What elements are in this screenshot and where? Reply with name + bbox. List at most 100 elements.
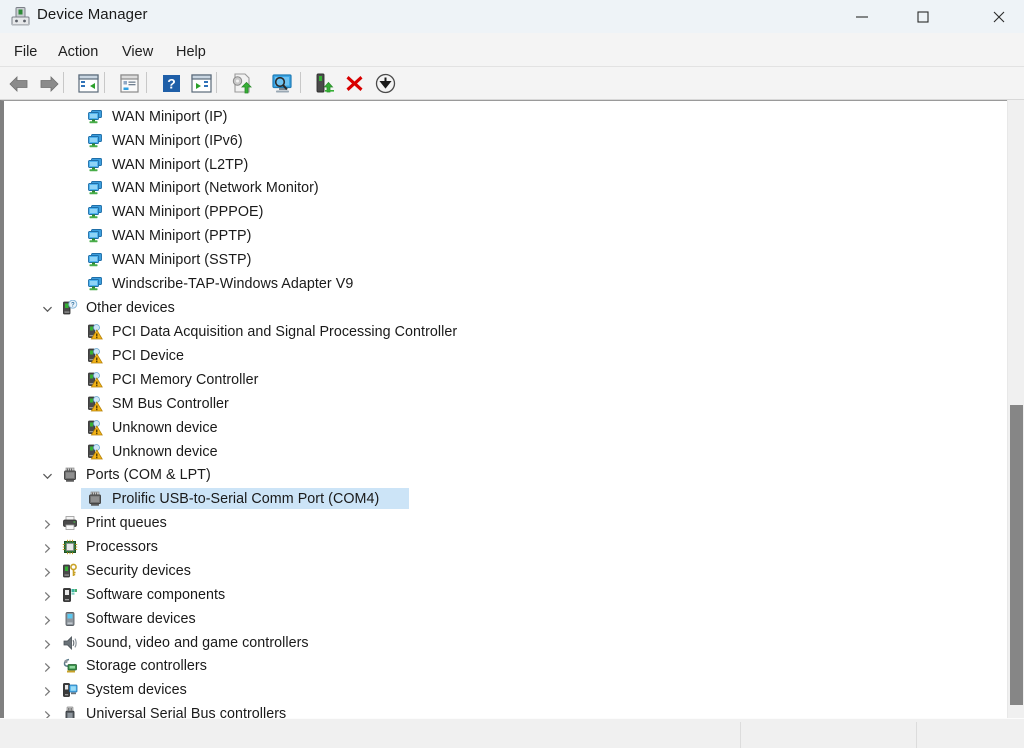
tree-row[interactable]: WAN Miniport (PPPOE) xyxy=(4,200,1000,224)
chevron-right-icon[interactable] xyxy=(40,589,54,603)
arrow-right-icon[interactable] xyxy=(36,71,61,96)
tree-row[interactable]: ? Other devices xyxy=(4,296,1000,320)
usb-icon xyxy=(62,706,78,718)
security-device-icon xyxy=(62,563,78,579)
network-adapter-icon xyxy=(87,157,103,173)
chevron-right-icon[interactable] xyxy=(40,517,54,531)
tree-row-label: Software devices xyxy=(86,611,196,627)
scan-hardware-icon[interactable] xyxy=(270,71,295,96)
chevron-down-icon[interactable] xyxy=(40,469,54,483)
network-adapter-icon xyxy=(87,276,103,292)
tree-row[interactable]: Sound, video and game controllers xyxy=(4,631,1000,655)
tree-row[interactable]: Windscribe-TAP-Windows Adapter V9 xyxy=(4,272,1000,296)
network-adapter-icon xyxy=(87,204,103,220)
tree-row[interactable]: Software devices xyxy=(4,607,1000,631)
chevron-right-icon[interactable] xyxy=(40,708,54,718)
warning-device-icon xyxy=(87,372,103,388)
tree-row[interactable]: WAN Miniport (L2TP) xyxy=(4,153,1000,177)
tree-row-label: PCI Data Acquisition and Signal Processi… xyxy=(112,324,458,340)
tree-row[interactable]: Software components xyxy=(4,583,1000,607)
menu-action[interactable]: Action xyxy=(54,42,102,62)
tree-row[interactable]: Processors xyxy=(4,535,1000,559)
tree-row[interactable]: WAN Miniport (Network Monitor) xyxy=(4,176,1000,200)
tree-row-label: Security devices xyxy=(86,563,191,579)
tree-row-label: Sound, video and game controllers xyxy=(86,635,309,651)
software-component-icon xyxy=(62,587,78,603)
warning-device-icon xyxy=(87,348,103,364)
port-icon xyxy=(87,491,103,507)
menu-view[interactable]: View xyxy=(118,42,157,62)
console-tree-icon[interactable] xyxy=(76,71,101,96)
chevron-right-icon[interactable] xyxy=(40,660,54,674)
toolbar-separator xyxy=(216,72,217,93)
download-arrow-icon[interactable] xyxy=(373,71,398,96)
speaker-icon xyxy=(62,635,78,651)
tree-row[interactable]: WAN Miniport (IP) xyxy=(4,105,1000,129)
tree-row[interactable]: PCI Memory Controller xyxy=(4,368,1000,392)
arrow-left-icon[interactable] xyxy=(6,71,31,96)
properties-icon[interactable] xyxy=(117,71,142,96)
tree-row[interactable]: WAN Miniport (IPv6) xyxy=(4,129,1000,153)
tree-row[interactable]: Print queues xyxy=(4,511,1000,535)
warning-device-icon xyxy=(87,444,103,460)
status-bar-separator xyxy=(740,722,741,748)
tree-row[interactable]: SM Bus Controller xyxy=(4,392,1000,416)
minimize-icon[interactable] xyxy=(839,0,885,33)
maximize-icon[interactable] xyxy=(900,0,946,33)
device-tree-pane[interactable]: WAN Miniport (IP) WAN Miniport (IPv6) WA… xyxy=(0,100,1024,718)
tree-row-label: Processors xyxy=(86,539,159,555)
tree-row[interactable]: PCI Data Acquisition and Signal Processi… xyxy=(4,320,1000,344)
status-bar-resize-nub xyxy=(0,737,5,748)
tree-row-label: SM Bus Controller xyxy=(112,396,229,412)
status-bar-separator xyxy=(916,722,917,748)
action-pane-icon[interactable] xyxy=(189,71,214,96)
warning-device-icon xyxy=(87,324,103,340)
chevron-right-icon[interactable] xyxy=(40,565,54,579)
tree-row[interactable]: Ports (COM & LPT) xyxy=(4,463,1000,487)
vertical-scrollbar-thumb[interactable] xyxy=(1010,405,1023,705)
menu-help[interactable]: Help xyxy=(172,42,210,62)
tree-row-label: WAN Miniport (PPTP) xyxy=(112,228,252,244)
tree-row-label: Other devices xyxy=(86,300,175,316)
tree-row[interactable]: Storage controllers xyxy=(4,654,1000,678)
tree-row-label: Windscribe-TAP-Windows Adapter V9 xyxy=(112,276,354,292)
update-driver-icon[interactable] xyxy=(229,71,254,96)
close-icon[interactable] xyxy=(976,0,1022,33)
tree-row[interactable]: System devices xyxy=(4,678,1000,702)
tree-row-label: Software components xyxy=(86,587,226,603)
tree-row-label: Prolific USB-to-Serial Comm Port (COM4) xyxy=(112,491,380,507)
help-icon[interactable]: ? xyxy=(159,71,184,96)
tree-row-label: System devices xyxy=(86,682,187,698)
chevron-right-icon[interactable] xyxy=(40,684,54,698)
chevron-right-icon[interactable] xyxy=(40,613,54,627)
network-adapter-icon xyxy=(87,133,103,149)
tree-row-label: WAN Miniport (PPPOE) xyxy=(112,204,264,220)
tree-row-label: Universal Serial Bus controllers xyxy=(86,706,287,718)
tree-row[interactable]: PCI Device xyxy=(4,344,1000,368)
window-title: Device Manager xyxy=(37,6,148,23)
tree-row[interactable]: WAN Miniport (SSTP) xyxy=(4,248,1000,272)
toolbar-separator xyxy=(300,72,301,93)
chevron-right-icon[interactable] xyxy=(40,637,54,651)
processor-icon xyxy=(62,539,78,555)
tree-row[interactable]: Unknown device xyxy=(4,416,1000,440)
tree-row-label: PCI Memory Controller xyxy=(112,372,259,388)
device-manager-icon xyxy=(9,5,33,29)
tree-row-label: WAN Miniport (Network Monitor) xyxy=(112,180,319,196)
vertical-scrollbar[interactable] xyxy=(1007,100,1024,718)
tree-row[interactable]: Universal Serial Bus controllers xyxy=(4,702,1000,718)
red-x-icon[interactable] xyxy=(342,71,367,96)
svg-text:?: ? xyxy=(71,303,75,309)
storage-controller-icon xyxy=(62,658,78,674)
tree-row[interactable]: WAN Miniport (PPTP) xyxy=(4,224,1000,248)
tree-row[interactable]: Unknown device xyxy=(4,440,1000,464)
tree-row[interactable]: Security devices xyxy=(4,559,1000,583)
tree-row-label: Print queues xyxy=(86,515,167,531)
chevron-down-icon[interactable] xyxy=(40,302,54,316)
toolbar-separator xyxy=(104,72,105,93)
menu-file[interactable]: File xyxy=(10,42,41,62)
chevron-right-icon[interactable] xyxy=(40,541,54,555)
tree-row[interactable]: Prolific USB-to-Serial Comm Port (COM4) xyxy=(4,487,1000,511)
printer-icon xyxy=(62,515,78,531)
device-install-icon[interactable] xyxy=(312,71,337,96)
